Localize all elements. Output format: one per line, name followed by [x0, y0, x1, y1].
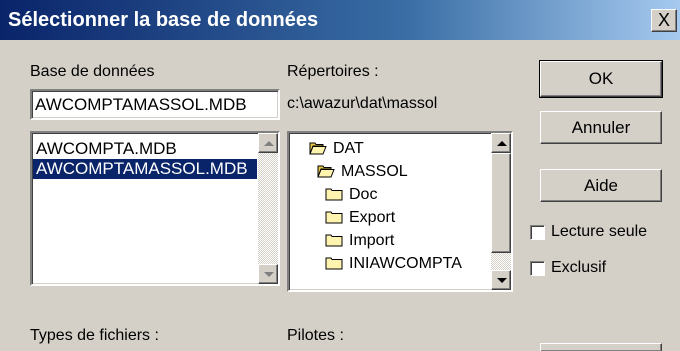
directory-scroll-up-button[interactable] [491, 133, 511, 153]
database-name-value: AWCOMPTAMASSOL.MDB [35, 95, 247, 114]
help-button[interactable]: Aide [540, 169, 662, 202]
open-folder-icon [317, 165, 335, 178]
folder-icon [325, 211, 343, 224]
tree-item-label: Doc [349, 186, 378, 203]
list-item-file-0[interactable]: AWCOMPTA.MDB [33, 139, 257, 159]
cancel-button[interactable]: Annuler [540, 111, 662, 144]
read-only-checkbox[interactable] [530, 225, 545, 240]
tree-item-label: Export [349, 209, 396, 226]
directories-label: Répertoires : [287, 63, 379, 80]
open-folder-icon [309, 142, 327, 155]
file-list-scrollbar[interactable] [258, 133, 278, 284]
ok-button[interactable]: OK [539, 60, 663, 98]
directory-scroll-thumb[interactable] [491, 153, 511, 253]
folder-icon [325, 234, 343, 247]
arrow-up-icon [264, 141, 274, 146]
database-label: Base de données [30, 63, 155, 80]
close-button[interactable]: X [651, 9, 677, 32]
title-bar: Sélectionner la base de données X [0, 0, 680, 40]
arrow-up-icon [497, 141, 507, 146]
tree-item-label: Import [349, 232, 395, 249]
tree-item-label: DAT [333, 140, 364, 157]
arrow-down-icon [497, 278, 507, 283]
partial-bottom-button[interactable] [540, 343, 662, 351]
file-types-label: Types de fichiers : [30, 327, 159, 344]
exclusive-checkbox[interactable] [530, 261, 545, 276]
directory-scrollbar[interactable] [491, 133, 511, 290]
drivers-label: Pilotes : [287, 327, 344, 344]
dialog-title: Sélectionner la base de données [8, 9, 319, 31]
current-path: c:\awazur\dat\massol [287, 95, 438, 112]
arrow-down-icon [264, 272, 274, 277]
tree-item-label: INIAWCOMPTA [349, 255, 462, 272]
directory-tree[interactable]: DAT MASSOL Doc Export Import INIAWCOMPTA [287, 131, 513, 292]
folder-icon [325, 188, 343, 201]
read-only-label: Lecture seule [551, 223, 648, 240]
file-list-scroll-down-button[interactable] [258, 264, 278, 284]
database-file-list[interactable]: AWCOMPTA.MDB AWCOMPTAMASSOL.MDB [30, 131, 280, 286]
list-item-file-1[interactable]: AWCOMPTAMASSOL.MDB [33, 159, 257, 179]
directory-scroll-down-button[interactable] [491, 270, 511, 290]
file-list-scroll-up-button[interactable] [258, 133, 278, 153]
close-icon: X [657, 10, 670, 30]
tree-item-label: MASSOL [341, 163, 408, 180]
exclusive-label: Exclusif [551, 259, 607, 276]
database-name-input[interactable]: AWCOMPTAMASSOL.MDB [30, 89, 280, 120]
folder-icon [325, 257, 343, 270]
